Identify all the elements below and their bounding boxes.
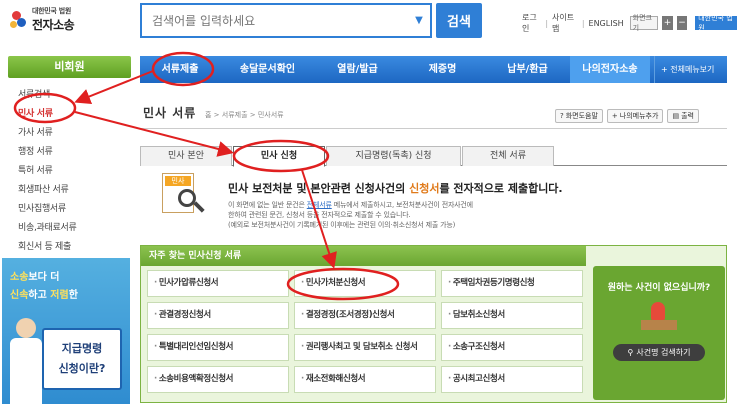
tab-all-documents[interactable]: 전체 서류 <box>462 146 554 166</box>
nav-delivery-check[interactable]: 송달문서확인 <box>220 56 315 83</box>
desk-person-icon <box>641 302 677 332</box>
doc-provisional-attachment[interactable]: · 민사가압류신청서 <box>147 270 289 297</box>
document-tabs: 민사 본안 민사 신청 지급명령(독촉) 신청 전체 서류 <box>140 146 727 167</box>
plus-icon: + <box>611 112 618 120</box>
doc-provisional-disposition[interactable]: · 민사가처분신청서 <box>294 270 436 297</box>
sidebar-item-patent[interactable]: 특허 서류 <box>18 162 128 181</box>
banner-word-and: 하고 <box>28 290 47 301</box>
print-button[interactable]: ▤ 출력 <box>667 109 699 123</box>
search-input[interactable] <box>142 5 408 36</box>
nav-my-litigation[interactable]: 나의전자소송 <box>570 56 650 83</box>
title-divider <box>140 128 727 129</box>
tab-payment-order[interactable]: 지급명령(독촉) 신청 <box>326 146 461 166</box>
frequent-documents-panel: 자주 찾는 민사신청 서류 · 민사가압류신청서 · 민사가처분신청서 · 주택임차권… <box>140 245 727 403</box>
logo-subtitle: 대한민국 법원 <box>32 7 71 15</box>
breadcrumb: 홈 > 서류제출 > 민사서류 <box>205 111 284 119</box>
banner-word-fast: 신속 <box>10 290 29 301</box>
info-description: 이 화면에 없는 일반 문건은 전체서류 메뉴에서 제출하시고, 보전처분사건이… <box>228 201 473 229</box>
doc-cost-confirmation[interactable]: · 소송비용액확정신청서 <box>147 366 289 393</box>
doc-litigation-aid[interactable]: · 소송구조신청서 <box>441 334 583 361</box>
banner-word-suffix: 한 <box>68 290 78 301</box>
case-name-search-button[interactable]: ⚲ 사건명 검색하기 <box>613 344 705 361</box>
logo-title: 전자소송 <box>32 18 75 32</box>
font-decrease-button[interactable]: − <box>676 16 688 30</box>
person-illustration <box>8 318 44 404</box>
banner-word-more: 보다 더 <box>28 272 60 283</box>
utility-links: 로그인 | 사이트맵 | ENGLISH 화면크기 + − 대한민국 법원 <box>522 12 737 34</box>
doc-rights-notice[interactable]: · 권리행사최고 및 담보취소 신청서 <box>294 334 436 361</box>
court-logo[interactable]: 대한민국 법원 전자소송 <box>10 6 75 33</box>
sidebar-item-search[interactable]: 서류검색 <box>18 86 128 105</box>
frequent-documents-grid: · 민사가압류신청서 · 민사가처분신청서 · 주택임차권등기명령신청 · 관결경정신청… <box>147 270 588 393</box>
english-link[interactable]: ENGLISH <box>589 19 624 28</box>
case-search-panel: 원하는 사건이 없으십니까? ⚲ 사건명 검색하기 <box>593 266 725 400</box>
banner-sign-line1: 지급명령 <box>61 342 103 355</box>
main-nav: 서류제출 송달문서확인 열람/발급 제증명 납부/환급 나의전자소송 + 전체메… <box>140 56 727 83</box>
doc-public-notice[interactable]: · 공시최고신청서 <box>441 366 583 393</box>
banner-word-litigation: 소송 <box>10 272 29 283</box>
court-site-button[interactable]: 대한민국 법원 <box>695 14 737 32</box>
court-emblem-icon <box>10 9 28 31</box>
sidebar-menu: 서류검색 민사 서류 가사 서류 행정 서류 특허 서류 회생파산 서류 민사집… <box>18 86 128 257</box>
nav-payment[interactable]: 납부/환급 <box>485 56 570 83</box>
sidebar-item-family[interactable]: 가사 서류 <box>18 124 128 143</box>
banner-sign: 지급명령 신청이란? <box>42 328 122 390</box>
nav-document-submit[interactable]: 서류제출 <box>140 56 220 83</box>
login-link[interactable]: 로그인 <box>522 12 541 34</box>
full-menu-link[interactable]: + 전체메뉴보기 <box>654 56 714 83</box>
doc-judgment-correction[interactable]: · 관결경정신청서 <box>147 302 289 329</box>
sidebar-item-reply[interactable]: 회신서 등 제출 <box>18 238 128 257</box>
tab-civil-application[interactable]: 민사 신청 <box>233 146 325 167</box>
font-size-control: 화면크기 <box>629 14 659 32</box>
doc-security-cancellation[interactable]: · 담보취소신청서 <box>441 302 583 329</box>
document-search-icon: 민사 <box>162 173 206 215</box>
all-documents-link[interactable]: 전체서류 <box>307 201 332 209</box>
tab-civil-main[interactable]: 민사 본안 <box>140 146 232 166</box>
nav-view-issue[interactable]: 열람/발급 <box>315 56 400 83</box>
doc-pre-suit-settlement[interactable]: · 재소전화해신청서 <box>294 366 436 393</box>
doc-lease-registration[interactable]: · 주택임차권등기명령신청 <box>441 270 583 297</box>
screen-help-button[interactable]: ? 화면도움말 <box>555 109 603 123</box>
font-increase-button[interactable]: + <box>662 16 673 30</box>
page-title: 민사 서류 <box>143 106 197 120</box>
search-box: ▼ <box>140 3 432 38</box>
page-tools: ? 화면도움말 + 나의메뉴추가 ▤ 출력 <box>555 109 699 123</box>
search-button[interactable]: 검색 <box>436 3 482 38</box>
help-icon: ? <box>560 112 564 120</box>
payment-order-banner[interactable]: 소송보다 더 신속하고 저렴한 지급명령 신청이란? <box>2 258 130 404</box>
banner-word-cheap: 저렴 <box>50 290 69 301</box>
doc-decision-correction[interactable]: · 결정경정(조서경정)신청서 <box>294 302 436 329</box>
nav-certificate[interactable]: 제증명 <box>400 56 485 83</box>
sidebar-item-civil[interactable]: 민사 서류 <box>18 105 128 124</box>
sidebar-item-administrative[interactable]: 행정 서류 <box>18 143 128 162</box>
sitemap-link[interactable]: 사이트맵 <box>552 12 578 34</box>
doc-special-agent[interactable]: · 특별대리인선임신청서 <box>147 334 289 361</box>
printer-icon: ▤ <box>672 112 680 120</box>
add-my-menu-button[interactable]: + 나의메뉴추가 <box>606 109 664 123</box>
font-size-label: 화면크기 <box>632 14 652 32</box>
sidebar-item-bankruptcy[interactable]: 회생파산 서류 <box>18 181 128 200</box>
banner-sign-line2: 신청이란? <box>58 362 106 375</box>
sidebar-item-execution[interactable]: 민사집행서류 <box>18 200 128 219</box>
info-heading: 민사 보전처분 및 본안관련 신청사건의 신청서를 전자적으로 제출합니다. <box>228 182 563 195</box>
chevron-down-icon[interactable]: ▼ <box>408 15 430 26</box>
case-search-question: 원하는 사건이 없으십니까? <box>607 283 711 293</box>
sidebar-item-nonlitigation[interactable]: 비송,과태료서류 <box>18 219 128 238</box>
sidebar-title: 비회원 <box>8 56 131 78</box>
magnifier-icon: ⚲ <box>627 348 634 357</box>
frequent-documents-title: 자주 찾는 민사신청 서류 <box>141 246 586 266</box>
